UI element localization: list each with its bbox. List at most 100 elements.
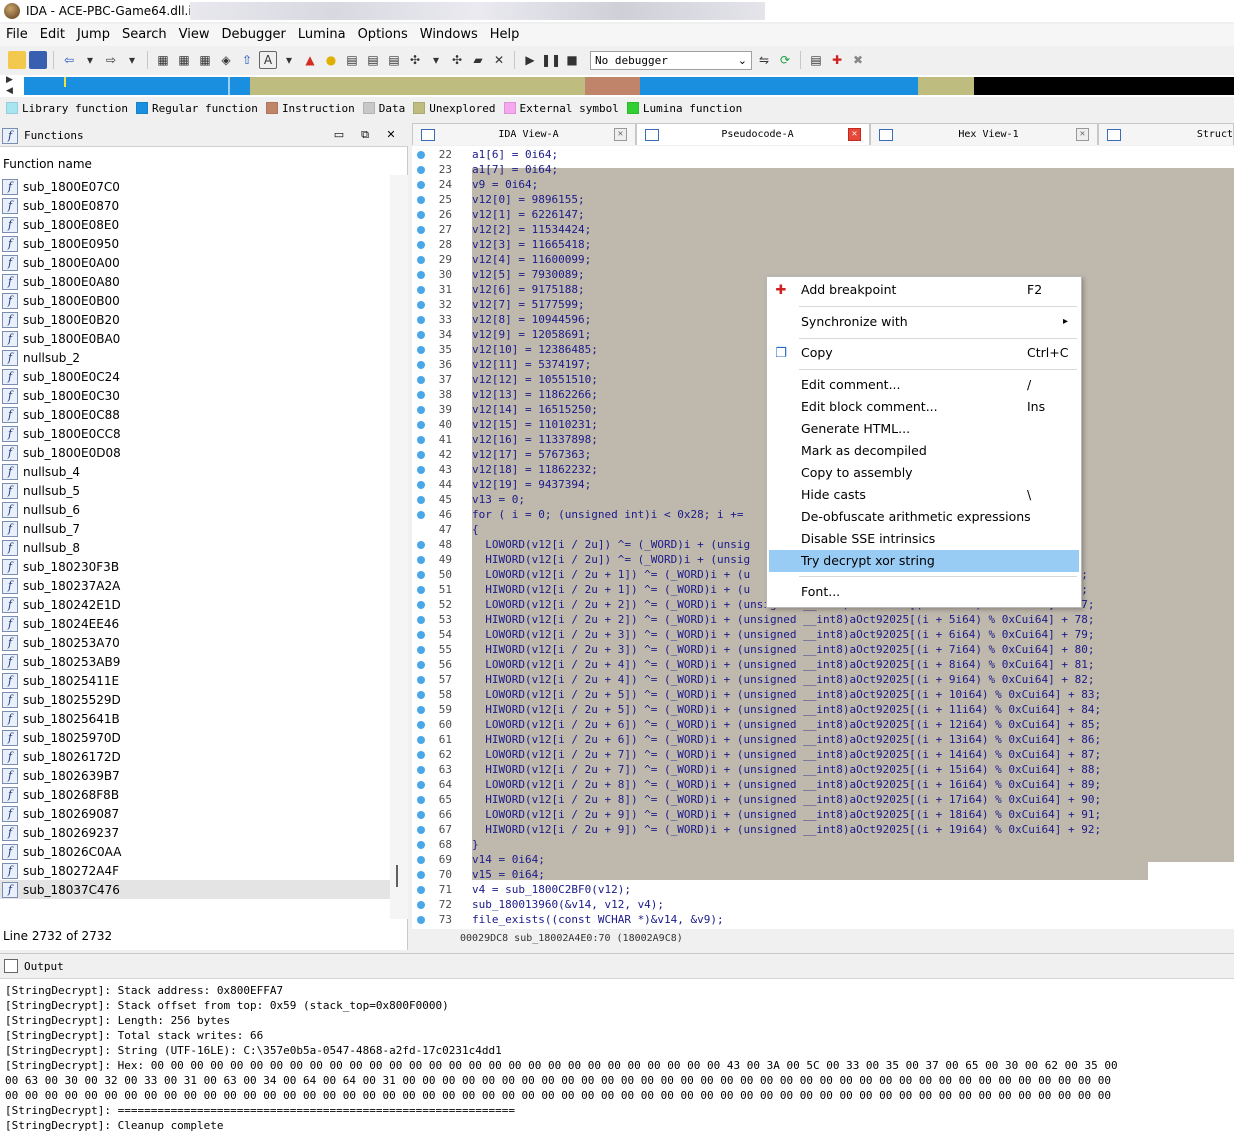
close-icon[interactable]: ✕ bbox=[848, 128, 861, 141]
function-list-scrollbar[interactable] bbox=[390, 175, 408, 919]
breakpoint-dot-icon[interactable] bbox=[417, 886, 425, 894]
play-icon[interactable]: ▶ bbox=[521, 51, 539, 69]
function-list-item[interactable]: f sub_1800E0A00 bbox=[0, 253, 390, 272]
breakpoint-dot-icon[interactable] bbox=[417, 766, 425, 774]
function-list-item[interactable]: f nullsub_7 bbox=[0, 519, 390, 538]
code-line[interactable]: 65 HIWORD(v12[i / 2u + 8]) ^= (_WORD)i +… bbox=[412, 792, 1234, 807]
maximize-icon[interactable]: ▭ bbox=[332, 128, 346, 142]
breakpoint-dot-icon[interactable] bbox=[417, 901, 425, 909]
function-list-item[interactable]: f sub_180269237 bbox=[0, 823, 390, 842]
function-list-item[interactable]: f sub_1800E0C24 bbox=[0, 367, 390, 386]
nav-arrows[interactable]: ▶ ◀ bbox=[6, 75, 22, 97]
immediate-search-icon[interactable]: ▦ bbox=[196, 51, 214, 69]
function-list-item[interactable]: f sub_180272A4F bbox=[0, 861, 390, 880]
function-list-item[interactable]: f sub_18025970D bbox=[0, 728, 390, 747]
function-list-item[interactable]: f sub_180230F3B bbox=[0, 557, 390, 576]
chevron-down-icon[interactable]: ▾ bbox=[427, 51, 445, 69]
breakpoint-dot-icon[interactable] bbox=[417, 706, 425, 714]
create-struct-icon[interactable]: ▤ bbox=[343, 51, 361, 69]
menu-jump[interactable]: Jump bbox=[71, 24, 116, 46]
breakpoint-dot-icon[interactable] bbox=[417, 781, 425, 789]
code-line[interactable]: 59 HIWORD(v12[i / 2u + 5]) ^= (_WORD)i +… bbox=[412, 702, 1234, 717]
menu-windows[interactable]: Windows bbox=[414, 24, 484, 46]
output-log[interactable]: [StringDecrypt]: Stack address: 0x800EFF… bbox=[5, 983, 1234, 1132]
patch-icon[interactable]: ▰ bbox=[469, 51, 487, 69]
breakpoint-dot-icon[interactable] bbox=[417, 616, 425, 624]
code-line[interactable]: 66 LOWORD(v12[i / 2u + 9]) ^= (_WORD)i +… bbox=[412, 807, 1234, 822]
code-line[interactable]: 61 HIWORD(v12[i / 2u + 6]) ^= (_WORD)i +… bbox=[412, 732, 1234, 747]
list-icon[interactable]: ▤ bbox=[807, 51, 825, 69]
chevron-down-icon[interactable]: ▾ bbox=[81, 51, 99, 69]
font-icon[interactable]: A bbox=[259, 51, 277, 69]
code-line[interactable]: 56 LOWORD(v12[i / 2u + 4]) ^= (_WORD)i +… bbox=[412, 657, 1234, 672]
function-list-item[interactable]: f sub_18025529D bbox=[0, 690, 390, 709]
menu-item-synchronize-with[interactable]: Synchronize with ▸ bbox=[769, 311, 1079, 333]
function-list-item[interactable]: f sub_1800E0870 bbox=[0, 196, 390, 215]
function-list-item[interactable]: f sub_18037C476 bbox=[0, 880, 390, 899]
breakpoint-dot-icon[interactable] bbox=[417, 361, 425, 369]
function-list-item[interactable]: f nullsub_2 bbox=[0, 348, 390, 367]
breakpoint-dot-icon[interactable] bbox=[417, 241, 425, 249]
code-line[interactable]: 26 v12[1] = 6226147; bbox=[412, 207, 1234, 222]
function-list-item[interactable]: f sub_180253A70 bbox=[0, 633, 390, 652]
remove-breakpoint-icon[interactable]: ✖ bbox=[849, 51, 867, 69]
close-icon[interactable]: ✕ bbox=[1076, 128, 1089, 141]
graph-icon[interactable]: ✣ bbox=[406, 51, 424, 69]
function-name-column-header[interactable]: Function name bbox=[0, 157, 390, 175]
function-list-item[interactable]: f sub_1800E0B00 bbox=[0, 291, 390, 310]
find-icon[interactable]: ◈ bbox=[217, 51, 235, 69]
code-line[interactable]: 70 v15 = 0i64; bbox=[412, 867, 1234, 882]
menu-item-disable-sse-intrinsics[interactable]: Disable SSE intrinsics bbox=[769, 528, 1079, 550]
open-folder-icon[interactable] bbox=[8, 51, 26, 69]
breakpoint-dot-icon[interactable] bbox=[417, 601, 425, 609]
function-list-item[interactable]: f sub_1800E0BA0 bbox=[0, 329, 390, 348]
code-line[interactable]: 24 v9 = 0i64; bbox=[412, 177, 1234, 192]
menu-item-mark-as-decompiled[interactable]: Mark as decompiled bbox=[769, 440, 1079, 462]
warning-icon[interactable]: ▲ bbox=[301, 51, 319, 69]
code-line[interactable]: 63 HIWORD(v12[i / 2u + 7]) ^= (_WORD)i +… bbox=[412, 762, 1234, 777]
code-line[interactable]: 67 HIWORD(v12[i / 2u + 9]) ^= (_WORD)i +… bbox=[412, 822, 1234, 837]
back-arrow-icon[interactable]: ⇦ bbox=[60, 51, 78, 69]
function-list-item[interactable]: f sub_1800E0D08 bbox=[0, 443, 390, 462]
menu-file[interactable]: File bbox=[0, 24, 34, 46]
menu-item-font[interactable]: Font... bbox=[769, 581, 1079, 603]
function-list-item[interactable]: f sub_1800E08E0 bbox=[0, 215, 390, 234]
breakpoint-dot-icon[interactable] bbox=[417, 856, 425, 864]
breakpoint-dot-icon[interactable] bbox=[417, 691, 425, 699]
function-list-item[interactable]: f sub_180253AB9 bbox=[0, 652, 390, 671]
function-list-item[interactable]: f nullsub_4 bbox=[0, 462, 390, 481]
code-line[interactable]: 53 HIWORD(v12[i / 2u + 2]) ^= (_WORD)i +… bbox=[412, 612, 1234, 627]
menu-search[interactable]: Search bbox=[116, 24, 173, 46]
xref-icon[interactable]: ✣ bbox=[448, 51, 466, 69]
jump-up-icon[interactable]: ⇧ bbox=[238, 51, 256, 69]
breakpoint-dot-icon[interactable] bbox=[417, 661, 425, 669]
code-line[interactable]: 60 LOWORD(v12[i / 2u + 6]) ^= (_WORD)i +… bbox=[412, 717, 1234, 732]
breakpoint-dot-icon[interactable] bbox=[417, 751, 425, 759]
function-list-item[interactable]: f sub_18025641B bbox=[0, 709, 390, 728]
breakpoint-dot-icon[interactable] bbox=[417, 811, 425, 819]
breakpoint-dot-icon[interactable] bbox=[417, 316, 425, 324]
code-line[interactable]: 29 v12[4] = 11600099; bbox=[412, 252, 1234, 267]
breakpoint-dot-icon[interactable] bbox=[417, 466, 425, 474]
tab-ida-view-a[interactable]: IDA View-A ✕ bbox=[412, 123, 636, 145]
breakpoint-dot-icon[interactable] bbox=[417, 271, 425, 279]
function-list-item[interactable]: f sub_1800E0A80 bbox=[0, 272, 390, 291]
function-list-item[interactable]: f nullsub_8 bbox=[0, 538, 390, 557]
breakpoint-dot-icon[interactable] bbox=[417, 376, 425, 384]
function-list-item[interactable]: f sub_18026C0AA bbox=[0, 842, 390, 861]
function-list-item[interactable]: f sub_180268F8B bbox=[0, 785, 390, 804]
function-list-item[interactable]: f sub_18026172D bbox=[0, 747, 390, 766]
function-list-item[interactable]: f sub_1800E0950 bbox=[0, 234, 390, 253]
function-list-item[interactable]: f sub_1800E0CC8 bbox=[0, 424, 390, 443]
breakpoint-dot-icon[interactable] bbox=[417, 736, 425, 744]
menu-options[interactable]: Options bbox=[352, 24, 414, 46]
breakpoint-dot-icon[interactable] bbox=[417, 496, 425, 504]
breakpoint-dot-icon[interactable] bbox=[417, 826, 425, 834]
breakpoint-dot-icon[interactable] bbox=[417, 676, 425, 684]
breakpoint-dot-icon[interactable] bbox=[417, 796, 425, 804]
menu-item-add-breakpoint[interactable]: ✚ Add breakpoint F2 bbox=[769, 279, 1079, 301]
code-line[interactable]: 58 LOWORD(v12[i / 2u + 5]) ^= (_WORD)i +… bbox=[412, 687, 1234, 702]
menu-item-copy[interactable]: ❐ Copy Ctrl+C bbox=[769, 342, 1079, 364]
add-breakpoint-icon[interactable]: ✚ bbox=[828, 51, 846, 69]
menu-item-copy-to-assembly[interactable]: Copy to assembly bbox=[769, 462, 1079, 484]
